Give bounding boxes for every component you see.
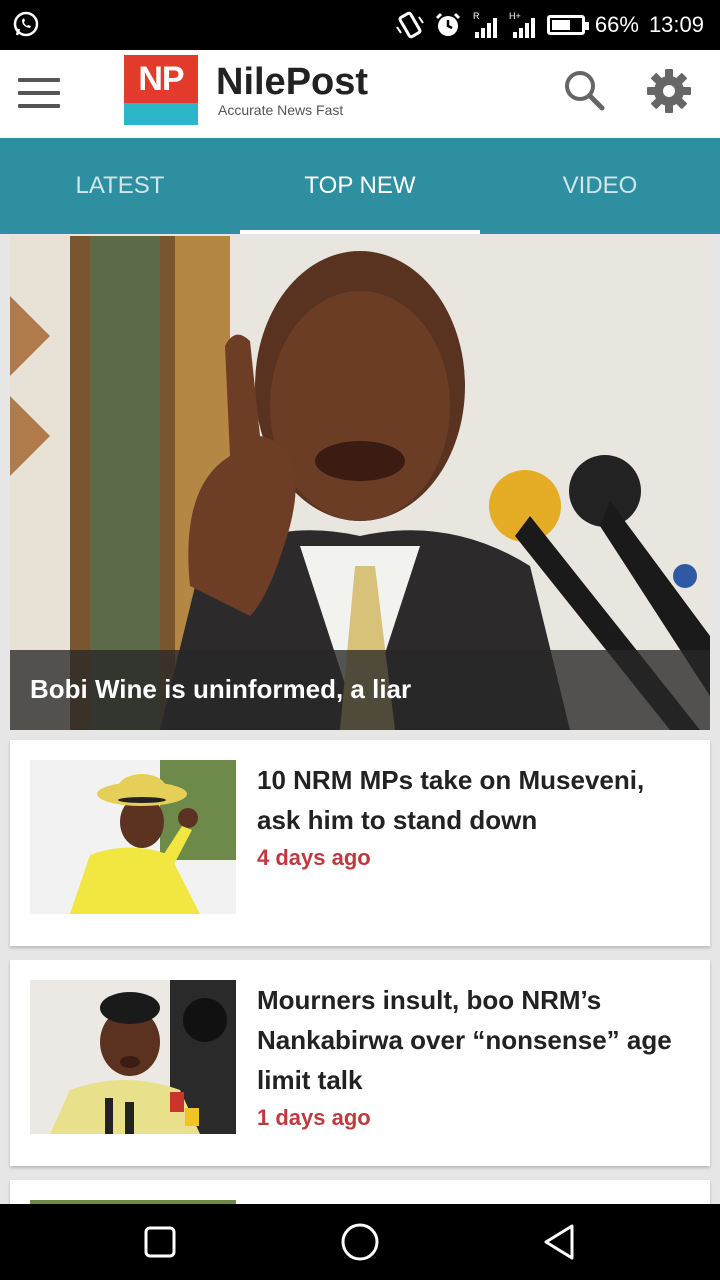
home-icon[interactable]	[340, 1222, 380, 1262]
svg-text:H+: H+	[509, 11, 521, 21]
logo-mark-text: NP	[124, 55, 198, 103]
tab-latest[interactable]: LATEST	[0, 138, 240, 234]
system-nav-bar	[0, 1204, 720, 1280]
logo-tagline: Accurate News Fast	[218, 102, 344, 118]
logo: NP NilePost Accurate News Fast	[124, 54, 368, 126]
article-thumbnail	[30, 980, 236, 1134]
logo-mark: NP	[124, 55, 198, 125]
recent-apps-icon[interactable]	[140, 1222, 180, 1262]
article-card[interactable]: Mourners insult, boo NRM’s Nankabirwa ov…	[10, 960, 710, 1166]
tab-top-new[interactable]: TOP NEW	[240, 138, 480, 234]
vibrate-icon	[396, 11, 424, 39]
battery-percent: 66%	[594, 12, 639, 37]
menu-button[interactable]	[18, 78, 60, 110]
clock: 13:09	[648, 12, 704, 37]
gear-icon	[647, 69, 691, 113]
tab-video[interactable]: VIDEO	[480, 138, 720, 234]
article-title: 10 NRM MPs take on Museveni, ask him to …	[257, 765, 645, 835]
app-header: NP NilePost Accurate News Fast	[0, 50, 720, 138]
news-feed: Bobi Wine is uninformed, a liar 10 NRM M…	[0, 234, 720, 1204]
article-time: 4 days ago	[257, 845, 371, 870]
back-icon[interactable]	[540, 1222, 580, 1262]
hero-title: Bobi Wine is uninformed, a liar	[10, 650, 710, 730]
alarm-icon	[435, 12, 460, 36]
article-thumbnail	[30, 760, 236, 914]
menu-icon	[18, 78, 60, 108]
article-time: 1 days ago	[257, 1105, 371, 1130]
article-card[interactable]: 10 NRM MPs take on Museveni, ask him to …	[10, 740, 710, 946]
search-button[interactable]	[562, 68, 606, 112]
svg-text:R: R	[473, 11, 480, 21]
whatsapp-icon	[13, 11, 39, 37]
battery-icon	[546, 15, 589, 35]
article-card[interactable]	[10, 1180, 710, 1204]
search-icon	[565, 71, 605, 111]
hero-article[interactable]: Bobi Wine is uninformed, a liar	[10, 236, 710, 730]
article-title: Mourners insult, boo NRM’s Nankabirwa ov…	[257, 985, 672, 1095]
settings-button[interactable]	[646, 68, 692, 114]
logo-name: NilePost	[216, 61, 369, 103]
signal-icon: H+	[509, 11, 535, 38]
status-bar: R H+ 66% 13:09	[0, 0, 720, 50]
signal-icon: R	[473, 11, 497, 38]
tab-bar: LATEST TOP NEW VIDEO	[0, 138, 720, 234]
